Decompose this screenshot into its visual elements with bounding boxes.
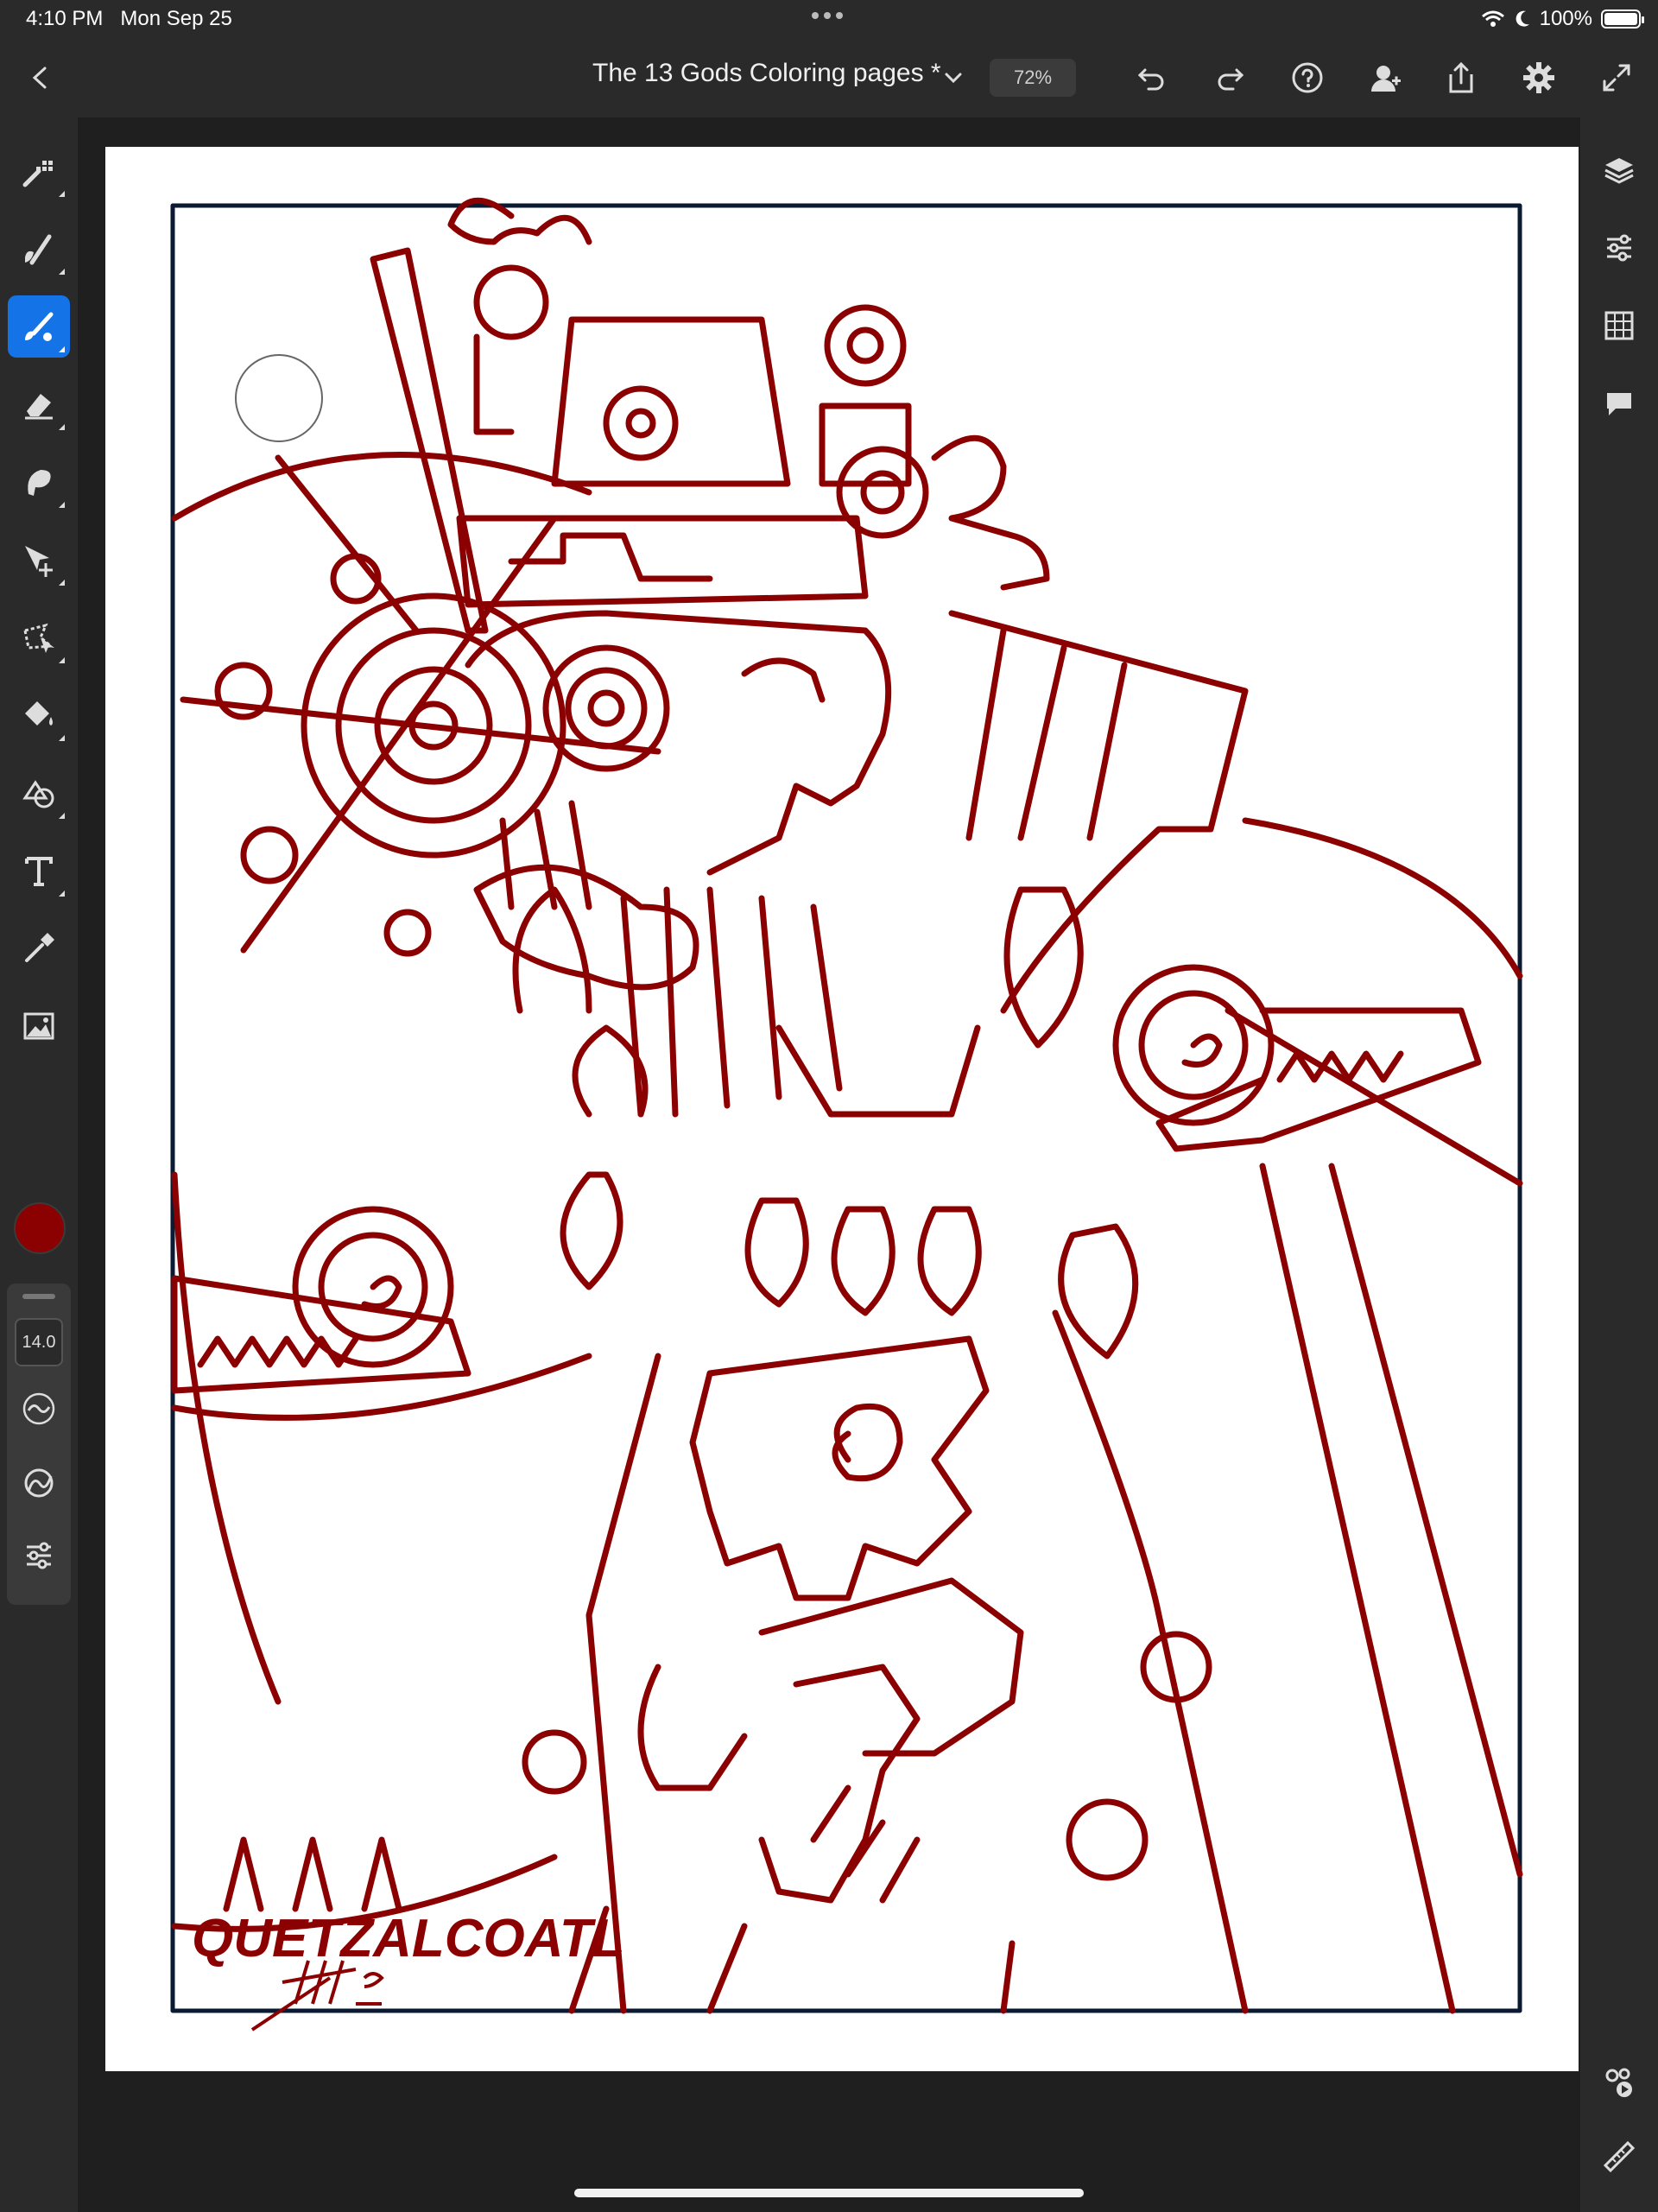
document-title[interactable]: The 13 Gods Coloring pages * <box>592 59 941 88</box>
home-indicator[interactable] <box>574 2189 1084 2197</box>
size-slider-handle[interactable] <box>22 1294 55 1299</box>
live-brush-icon[interactable] <box>8 218 70 280</box>
text-icon[interactable] <box>8 840 70 902</box>
properties-icon[interactable] <box>1598 226 1641 269</box>
image-place-icon[interactable] <box>8 995 70 1057</box>
status-indicators: 100% <box>1481 7 1644 31</box>
layers-icon[interactable] <box>1598 149 1641 192</box>
top-toolbar: The 13 Gods Coloring pages * 72% <box>0 38 1658 117</box>
zoom-level[interactable]: 72% <box>990 59 1076 97</box>
artwork-signature: QUETZALCOATL <box>192 1909 625 1968</box>
moon-icon <box>1516 10 1529 27</box>
grid-icon[interactable] <box>1598 304 1641 347</box>
ruler-icon[interactable] <box>1598 2135 1641 2178</box>
fill-bucket-icon[interactable] <box>8 684 70 746</box>
wifi-icon <box>1481 10 1504 27</box>
tutorials-icon[interactable] <box>1598 2061 1641 2104</box>
left-toolbar: 14.0 <box>0 117 78 2212</box>
current-color-swatch[interactable] <box>14 1202 66 1254</box>
redo-icon[interactable] <box>1209 57 1250 98</box>
battery-icon <box>1601 10 1644 29</box>
multitasking-dots-icon[interactable] <box>812 7 846 24</box>
title-dropdown-icon[interactable] <box>938 60 969 95</box>
drawing-canvas[interactable]: QUETZALCOATL <box>105 147 1579 2071</box>
clock-time: 4:10 PM <box>26 7 104 30</box>
right-toolbar <box>1580 117 1658 2212</box>
help-icon[interactable] <box>1287 57 1328 98</box>
move-transform-icon[interactable] <box>8 529 70 591</box>
brush-size-value[interactable]: 14.0 <box>15 1318 63 1366</box>
status-time: 4:10 PM Mon Sep 25 <box>26 7 232 31</box>
invite-icon[interactable] <box>1364 57 1406 98</box>
battery-percent: 100% <box>1539 7 1592 30</box>
back-chevron-icon[interactable] <box>19 57 60 98</box>
vector-brush-icon[interactable] <box>8 295 70 358</box>
fullscreen-icon[interactable] <box>1596 57 1637 98</box>
lasso-select-icon[interactable] <box>8 606 70 669</box>
smudge-icon[interactable] <box>8 451 70 513</box>
brush-cursor-ring <box>235 354 323 442</box>
clock-date: Mon Sep 25 <box>120 7 232 30</box>
share-icon[interactable] <box>1440 57 1482 98</box>
eyedropper-icon[interactable] <box>8 917 70 979</box>
settings-gear-icon[interactable] <box>1518 57 1560 98</box>
coloring-artwork: QUETZALCOATL <box>170 197 1523 2031</box>
brush-settings-icon[interactable] <box>17 1534 60 1577</box>
pressure-icon[interactable] <box>17 1461 60 1505</box>
comments-icon[interactable] <box>1598 382 1641 425</box>
undo-icon[interactable] <box>1131 57 1173 98</box>
pixel-brush-icon[interactable] <box>8 140 70 202</box>
brush-settings-panel: 14.0 <box>7 1283 71 1605</box>
smoothing-icon[interactable] <box>17 1387 60 1430</box>
shape-icon[interactable] <box>8 762 70 824</box>
eraser-icon[interactable] <box>8 373 70 435</box>
artwork-signature-scribble <box>250 1960 384 2031</box>
status-bar: 4:10 PM Mon Sep 25 100% <box>0 0 1658 38</box>
